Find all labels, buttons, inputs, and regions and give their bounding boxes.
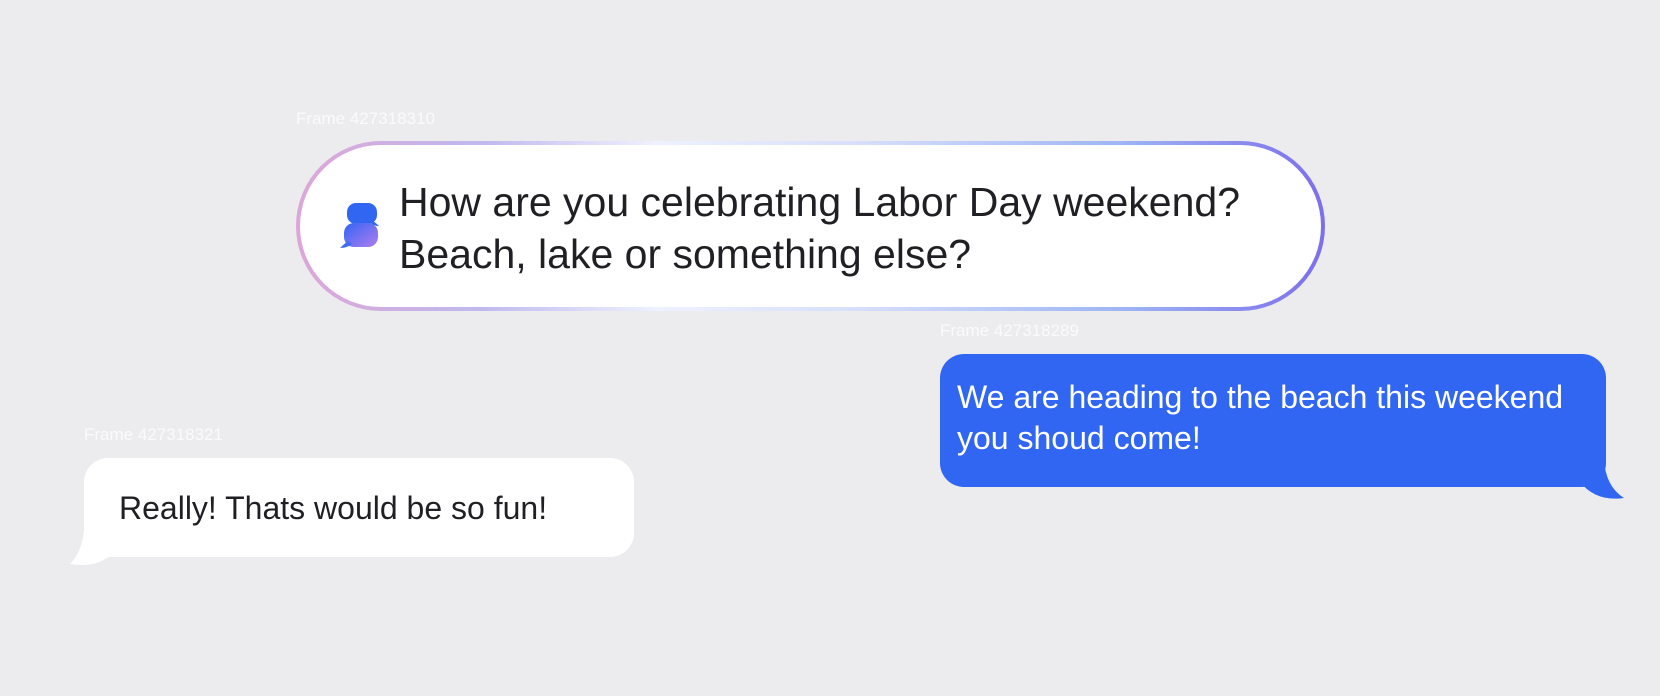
prompt-card[interactable]: How are you celebrating Labor Day weeken… [296,141,1325,311]
prompt-line-1: How are you celebrating Labor Day weeken… [399,179,1241,225]
received-message-text: Really! Thats would be so fun! [119,490,548,526]
prompt-card-body: How are you celebrating Labor Day weeken… [300,145,1321,307]
sent-message-bubble[interactable]: We are heading to the beach this weekend… [940,354,1606,487]
received-bubble-tail [70,530,110,565]
frame-label-received: Frame 427318321 [84,425,223,444]
received-message-bubble[interactable]: Really! Thats would be so fun! [84,458,634,557]
frame-label-prompt: Frame 427318310 [296,109,435,128]
sent-message-line-2: you shoud come! [957,420,1201,456]
prompt-question: How are you celebrating Labor Day weeken… [399,176,1299,280]
sent-message-line-1: We are heading to the beach this weekend [957,379,1564,415]
sent-bubble-tail [1580,458,1624,499]
sent-message-text: We are heading to the beach this weekend… [957,377,1563,459]
frame-label-sent: Frame 427318289 [940,321,1079,340]
chat-bubbles-icon [340,201,380,249]
prompt-line-2: Beach, lake or something else? [399,231,972,277]
